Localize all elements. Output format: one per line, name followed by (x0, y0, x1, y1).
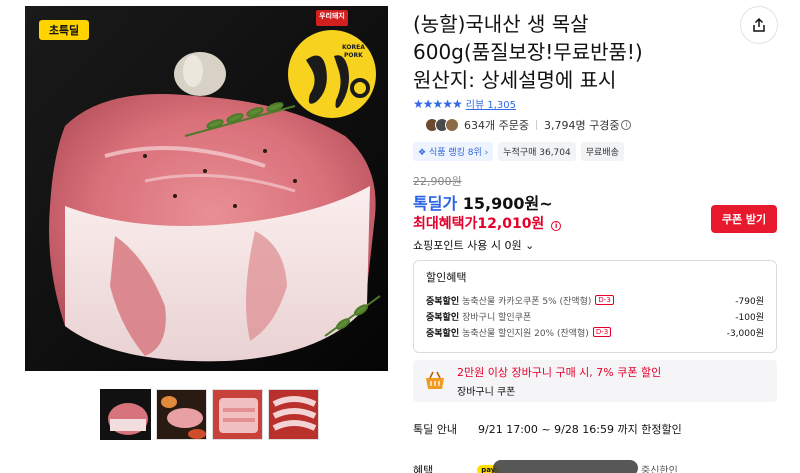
logo-pork-text: PORK (344, 52, 363, 59)
discount-kind: 중복할인 (426, 312, 460, 323)
get-coupon-button[interactable]: 쿠폰 받기 (711, 205, 777, 233)
product-title: (농할)국내산 생 목살 600g(품질보장!무료반품!) 원산지: 상세설명에… (413, 10, 733, 94)
discount-kind: 중복할인 (426, 296, 460, 307)
tag-label: 식품 랭킹 8위 (428, 148, 482, 158)
benefit-row: 혜택 pay (413, 462, 500, 473)
deal-info-period: 9/21 17:00 ~ 9/28 16:59 까지 한정할인 (478, 423, 682, 436)
thumbnail-4[interactable] (268, 389, 319, 440)
info-icon[interactable]: i (621, 120, 632, 130)
title-line-3: 원산지: 상세설명에 표시 (413, 68, 617, 92)
thumbnail-1[interactable] (100, 389, 151, 440)
discount-kind: 중복할인 (426, 328, 460, 339)
discount-name: 농축산물 카카오쿠폰 5% (잔액형) (462, 296, 592, 307)
floating-toast (493, 460, 638, 473)
deal-price-value: 15,900원~ (462, 194, 553, 213)
super-deal-badge: 초특딜 (39, 20, 89, 40)
ranking-icon: ❖ (418, 148, 429, 158)
point-text: 쇼핑포인트 사용 시 0원 (413, 239, 522, 252)
discount-amount: -3,000원 (726, 328, 764, 339)
max-benefit-price: 최대혜택가12,010원 i (413, 213, 562, 233)
discount-benefits-box: 할인혜택 중복할인 농축산물 카카오쿠폰 5% (잔액형) D-3 -790원 … (413, 260, 777, 353)
deal-info-label: 톡딜 안내 (413, 423, 457, 436)
shopping-point-dropdown[interactable]: 쇼핑포인트 사용 시 0원 ⌄ (413, 237, 534, 253)
deal-price-label: 톡딜가 (413, 194, 458, 213)
shopping-basket-icon (426, 371, 444, 389)
orders-count: 634개 주문중 (464, 119, 529, 132)
deal-info-row: 톡딜 안내 9/21 17:00 ~ 9/28 16:59 까지 한정할인 (413, 421, 682, 437)
tag-food-ranking[interactable]: ❖ 식품 랭킹 8위 › (413, 142, 494, 161)
tag-cumulative-purchases: 누적구매 36,704 (498, 142, 576, 161)
star-rating-icon: ★★★★★ (413, 96, 463, 111)
d-day-badge: D-3 (595, 295, 614, 305)
discount-name: 농축산물 할인지원 20% (잔액형) (462, 328, 589, 339)
cart-coupon-label: 장바구니 쿠폰 (457, 387, 516, 398)
discount-item: 중복할인 장바구니 할인쿠폰 -100원 (426, 308, 764, 324)
viewers-count: 3,794명 구경중 (543, 119, 620, 132)
divider (535, 120, 537, 130)
discount-name: 장바구니 할인쿠폰 (462, 312, 532, 323)
title-line-2: 600g(품질보장!무료반품!) (413, 40, 643, 64)
deal-price: 톡딜가 15,900원~ (413, 190, 553, 214)
title-line-1: (농할)국내산 생 목살 (413, 12, 589, 36)
thumbnail-strip (100, 389, 319, 440)
product-tags: ❖ 식품 랭킹 8위 › 누적구매 36,704 무료배송 (413, 142, 624, 161)
logo-tag-text: 우리돼지 (319, 12, 345, 20)
cart-coupon-headline: 2만원 이상 장바구니 구매 시, 7% 쿠폰 할인 (457, 366, 662, 379)
original-price: 22,900원 (413, 175, 462, 188)
buyer-avatars (425, 118, 459, 132)
avatar (445, 118, 459, 132)
product-main-image[interactable]: 초특딜 우리돼지 KOREA PORK 한돈 (25, 6, 388, 371)
review-count-link[interactable]: 리뷰 1,305 (466, 96, 516, 111)
thumbnail-2[interactable] (156, 389, 207, 440)
super-deal-badge-text: 초특딜 (48, 24, 80, 37)
max-benefit-label: 최대혜택가 (413, 216, 478, 232)
logo-korea-text: KOREA (342, 44, 365, 51)
tag-free-shipping: 무료배송 (580, 142, 624, 161)
benefit-tail-text: 중신한인 (641, 466, 678, 473)
discount-amount: -790원 (735, 296, 764, 307)
logo-name-text: 한돈 (292, 112, 294, 113)
rating-row: ★★★★★ 리뷰 1,305 (413, 96, 516, 112)
benefit-label: 혜택 (413, 464, 434, 473)
share-button[interactable] (740, 6, 778, 44)
cart-coupon-banner[interactable]: 2만원 이상 장바구니 구매 시, 7% 쿠폰 할인 장바구니 쿠폰 (413, 360, 777, 402)
max-benefit-value: 12,010원 (477, 216, 545, 232)
share-icon (753, 17, 765, 32)
d-day-badge: D-3 (592, 327, 612, 337)
info-icon[interactable]: i (551, 221, 562, 231)
discount-title: 할인혜택 (426, 271, 467, 284)
discount-item: 중복할인 농축산물 할인지원 20% (잔액형) D-3 -3,000원 (426, 324, 764, 340)
buyers-row: 634개 주문중 3,794명 구경중 i (425, 117, 632, 133)
thumbnail-3[interactable] (212, 389, 263, 440)
discount-item: 중복할인 농축산물 카카오쿠폰 5% (잔액형) D-3 -790원 (426, 292, 764, 308)
chevron-down-icon: ⌄ (525, 239, 535, 252)
discount-amount: -100원 (735, 312, 764, 323)
hanwoo-pork-logo: 우리돼지 KOREA PORK 한돈 (282, 8, 382, 126)
